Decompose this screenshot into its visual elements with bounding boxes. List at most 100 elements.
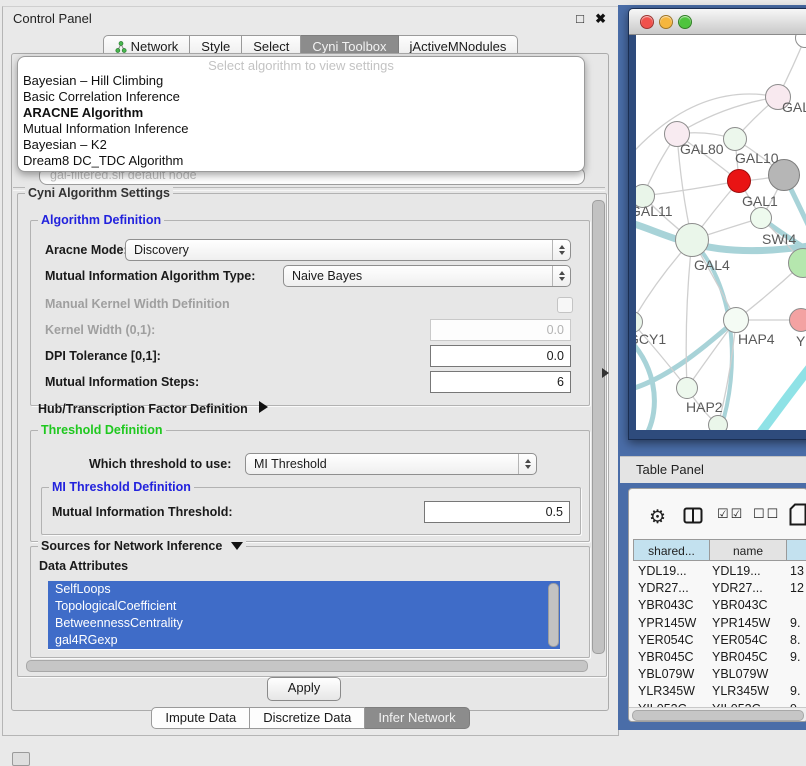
table-row[interactable]: YBR045C YBR045C 9.: [633, 649, 806, 666]
node-label: HAP2: [686, 399, 723, 415]
column-header-name[interactable]: name: [710, 539, 787, 561]
table-row[interactable]: YBL079W YBL079W: [633, 666, 806, 683]
sources-group: Sources for Network Inference Data Attri…: [30, 546, 590, 658]
table-row[interactable]: YER054C YER054C 8.: [633, 632, 806, 649]
node-label: GAL80: [680, 141, 724, 157]
table-hscroll-track: [629, 707, 806, 721]
chevron-right-icon: [259, 401, 268, 413]
table-body[interactable]: YDL19... YDL19... 13 YDR27... YDR27... 1…: [633, 563, 806, 707]
close-window-icon[interactable]: ✖: [595, 11, 606, 27]
algorithm-option[interactable]: Mutual Information Inference: [18, 121, 584, 137]
settings-vertical-scrollbar[interactable]: [592, 200, 605, 654]
tab-infer-network[interactable]: Infer Network: [365, 707, 469, 729]
sources-title[interactable]: Sources for Network Inference: [38, 539, 246, 553]
select-all-checkboxes-icon[interactable]: ☑☑: [717, 506, 744, 522]
cell-name: YER054C: [712, 632, 786, 649]
network-canvas[interactable]: GALGAL80GAL10GAL1GAL11SWI4GAL4GCY1HAP4YH…: [636, 35, 806, 430]
minimize-traffic-light-icon[interactable]: [659, 15, 673, 29]
algorithm-option[interactable]: Bayesian – K2: [18, 137, 584, 153]
cell-shared-name: YBL079W: [638, 666, 710, 683]
cell-name: YLR345W: [712, 683, 786, 700]
which-threshold-label: Which threshold to use:: [89, 453, 231, 475]
algorithm-option[interactable]: Bayesian – Hill Climbing: [18, 73, 584, 89]
cell-name: YPR145W: [712, 615, 786, 632]
network-icon: [115, 41, 127, 53]
network-node[interactable]: [708, 415, 728, 430]
network-node[interactable]: [676, 377, 698, 399]
attribute-item[interactable]: SelfLoops: [48, 581, 560, 598]
node-label: GCY1: [636, 331, 666, 347]
algorithm-option[interactable]: Basic Correlation Inference: [18, 89, 584, 105]
mi-steps-label: Mutual Information Steps:: [45, 371, 199, 393]
cell-shared-name: YDR27...: [638, 580, 710, 597]
node-label: GAL10: [735, 150, 779, 166]
table-row[interactable]: YDL19... YDL19... 13: [633, 563, 806, 580]
cell-name: YBL079W: [712, 666, 786, 683]
cell-value: 9.: [790, 615, 806, 632]
network-node[interactable]: [675, 223, 709, 257]
zoom-traffic-light-icon[interactable]: [678, 15, 692, 29]
tab-discretize-data[interactable]: Discretize Data: [250, 707, 365, 729]
attribute-item[interactable]: TopologicalCoefficient: [48, 598, 560, 615]
attributes-scrollbar[interactable]: [548, 583, 559, 647]
network-view-window: GALGAL80GAL10GAL1GAL11SWI4GAL4GCY1HAP4YH…: [628, 8, 806, 440]
kernel-width-field[interactable]: 0.0: [430, 319, 571, 341]
attribute-item[interactable]: BetweennessCentrality: [48, 615, 560, 632]
control-panel-titlebar: Control Panel □ ✖: [3, 7, 618, 31]
table-panel-title: Table Panel: [636, 462, 704, 477]
column-header-third[interactable]: A: [787, 539, 806, 561]
settings-horizontal-scrollbar[interactable]: [26, 660, 588, 672]
cell-shared-name: YLR345W: [638, 683, 710, 700]
network-node[interactable]: [723, 307, 749, 333]
deselect-all-checkboxes-icon[interactable]: ☐☐: [753, 506, 780, 522]
table-row[interactable]: YLR345W YLR345W 9.: [633, 683, 806, 700]
dpi-tolerance-field[interactable]: 0.0: [430, 345, 571, 367]
close-traffic-light-icon[interactable]: [640, 15, 654, 29]
which-threshold-combobox[interactable]: MI Threshold: [245, 453, 537, 475]
attribute-item[interactable]: gal4RGexp: [48, 632, 560, 649]
network-window-titlebar[interactable]: [629, 9, 806, 35]
mi-steps-field[interactable]: 6: [430, 371, 571, 393]
minimized-panel-icon[interactable]: [12, 752, 30, 766]
hub-section-toggle[interactable]: Hub/Transcription Factor Definition: [38, 398, 268, 420]
kernel-width-label: Kernel Width (0,1):: [45, 319, 155, 341]
chevron-down-icon: [231, 542, 243, 550]
aracne-mode-combobox[interactable]: Discovery: [125, 239, 571, 261]
mi-threshold-field[interactable]: 0.5: [424, 501, 570, 523]
network-node[interactable]: [727, 169, 751, 193]
tab-impute-data[interactable]: Impute Data: [151, 707, 250, 729]
data-attributes-list[interactable]: SelfLoops TopologicalCoefficient Between…: [48, 581, 560, 650]
apply-button[interactable]: Apply: [267, 677, 341, 701]
node-label: GAL1: [742, 193, 778, 209]
dropdown-placeholder: Select algorithm to view settings: [18, 58, 584, 73]
bottom-tabbar: Impute Data Discretize Data Infer Networ…: [3, 707, 618, 729]
dpi-tolerance-label: DPI Tolerance [0,1]:: [45, 345, 161, 367]
mi-algorithm-type-combobox[interactable]: Naive Bayes: [283, 265, 571, 287]
table-row[interactable]: YBR043C YBR043C: [633, 597, 806, 614]
table-row[interactable]: YDR27... YDR27... 12: [633, 580, 806, 597]
algorithm-option-selected[interactable]: ARACNE Algorithm: [18, 105, 584, 121]
table-panel-titlebar: Table Panel: [620, 456, 806, 483]
table-panel-window: ⚙ ☑☑ ☐☐ shared... name A YDL19... YDL19.…: [628, 488, 806, 722]
algorithm-option[interactable]: Dream8 DC_TDC Algorithm: [18, 153, 584, 169]
network-node[interactable]: [723, 127, 747, 151]
cell-name: YDL19...: [712, 563, 786, 580]
cell-shared-name: YER054C: [638, 632, 710, 649]
settings-gear-icon[interactable]: ⚙: [649, 506, 666, 529]
control-panel: Control Panel □ ✖ Network Style Select C…: [2, 6, 619, 736]
columns-icon[interactable]: [683, 507, 703, 524]
node-label: GAL: [782, 99, 806, 115]
algorithm-dropdown-popup: Select algorithm to view settings Bayesi…: [17, 56, 585, 172]
cell-name: YBR043C: [712, 597, 786, 614]
splitter-arrow-icon[interactable]: [602, 368, 609, 378]
panel-title: Control Panel: [13, 11, 92, 26]
manual-kernel-width-checkbox[interactable]: [557, 297, 573, 313]
network-node[interactable]: [789, 308, 806, 332]
table-horizontal-scrollbar[interactable]: [632, 710, 804, 721]
float-window-icon[interactable]: □: [576, 11, 584, 26]
new-table-icon[interactable]: [789, 503, 806, 526]
network-node[interactable]: [750, 207, 772, 229]
table-row[interactable]: YPR145W YPR145W 9.: [633, 615, 806, 632]
data-attributes-label: Data Attributes: [39, 555, 128, 577]
column-header-shared-name[interactable]: shared...: [633, 539, 710, 561]
